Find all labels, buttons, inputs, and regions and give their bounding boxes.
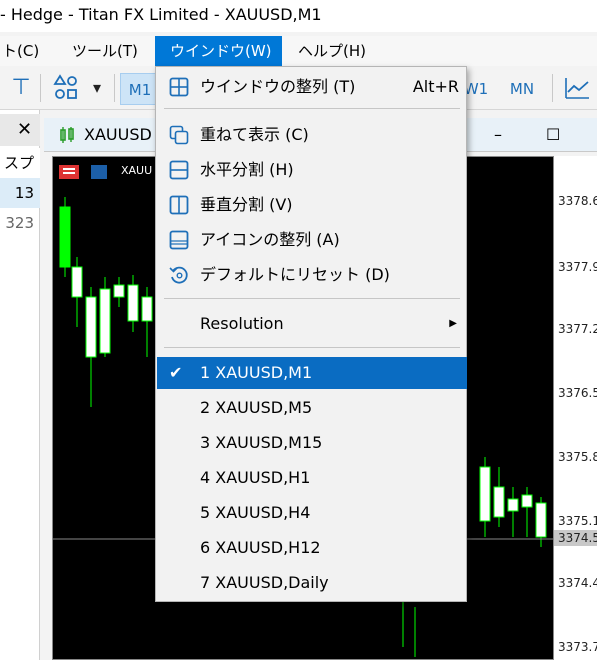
trade-panel-icon[interactable] xyxy=(59,165,79,179)
reset-icon xyxy=(169,266,188,284)
candle-body xyxy=(507,498,519,512)
candle-body xyxy=(71,266,83,298)
window-title-bar: - Hedge - Titan FX Limited - XAUUSD,M1 xyxy=(0,0,597,32)
menu-item-label: デフォルトにリセット (D) xyxy=(200,265,390,284)
menu-help[interactable]: ヘルプ(H) xyxy=(290,36,374,66)
menu-chart[interactable]: ト(C) xyxy=(0,36,47,66)
menu-item-label: 3 XAUUSD,M15 xyxy=(200,433,323,452)
menu-item-label: アイコンの整列 (A) xyxy=(200,230,340,249)
price-axis: 3378.6 3377.9 3377.2 3376.5 3375.8 3375.… xyxy=(554,156,597,660)
candle-body xyxy=(85,296,97,358)
tile-horizontal-icon xyxy=(169,160,189,180)
price-label: 3377.2 xyxy=(558,322,597,336)
menu-item-arrange-icons[interactable]: アイコンの整列 (A) xyxy=(157,224,467,256)
chart-title: XAUUSD xyxy=(84,125,152,144)
window-menu-dropdown: ウインドウの整列 (T) Alt+R 重ねて表示 (C) 水平分割 (H) 垂直… xyxy=(155,66,467,602)
menu-item-resolution[interactable]: Resolution ▶ xyxy=(157,308,467,340)
price-label: 3375.1 xyxy=(558,514,597,528)
timeframe-mn-button[interactable]: MN xyxy=(502,73,542,105)
price-label: 3376.5 xyxy=(558,386,597,400)
menu-item-reset-default[interactable]: デフォルトにリセット (D) xyxy=(157,259,467,291)
candle-body xyxy=(99,288,111,354)
price-label: 3373.7 xyxy=(558,640,597,654)
menu-item-label: Resolution xyxy=(200,314,284,333)
menu-item-cascade[interactable]: 重ねて表示 (C) xyxy=(157,119,467,151)
menu-separator xyxy=(164,347,460,348)
menu-item-label: 5 XAUUSD,H4 xyxy=(200,503,311,522)
menu-item-label: 7 XAUUSD,Daily xyxy=(200,573,329,592)
menu-item-window-7[interactable]: 7 XAUUSD,Daily xyxy=(157,567,467,599)
list-item[interactable]: 13 xyxy=(0,178,40,208)
price-label: 3374.4 xyxy=(558,576,597,590)
menu-item-label: 水平分割 (H) xyxy=(200,160,294,179)
menu-separator xyxy=(164,108,460,109)
candle-body xyxy=(479,466,491,522)
column-header-spread: スプ xyxy=(0,148,40,178)
menu-item-label: 4 XAUUSD,H1 xyxy=(200,468,311,487)
menu-item-label: 2 XAUUSD,M5 xyxy=(200,398,313,417)
close-icon[interactable]: ✕ xyxy=(17,118,32,142)
market-watch-panel: ✕ スプ 13 323 xyxy=(0,110,40,660)
menu-item-window-5[interactable]: 5 XAUUSD,H4 xyxy=(157,497,467,529)
menu-item-window-6[interactable]: 6 XAUUSD,H12 xyxy=(157,532,467,564)
price-label: 3378.6 xyxy=(558,194,597,208)
menu-item-label: 重ねて表示 (C) xyxy=(200,125,309,144)
minimize-icon[interactable]: – xyxy=(494,124,502,146)
toolbar-separator xyxy=(114,74,115,102)
tile-windows-icon xyxy=(169,77,189,97)
list-item[interactable]: 323 xyxy=(0,208,40,238)
menu-item-tile-windows[interactable]: ウインドウの整列 (T) Alt+R xyxy=(157,71,467,103)
candlestick-icon xyxy=(60,127,74,143)
menu-bar: ト(C) ツール(T) ウインドウ(W) ヘルプ(H) xyxy=(0,36,597,66)
candle-body xyxy=(493,486,505,518)
candle-body xyxy=(521,494,533,508)
menu-item-window-3[interactable]: 3 XAUUSD,M15 xyxy=(157,427,467,459)
timeframe-m1-button[interactable]: M1 xyxy=(120,73,160,105)
menu-item-tile-vertical[interactable]: 垂直分割 (V) xyxy=(157,189,467,221)
menu-item-label: ウインドウの整列 (T) xyxy=(200,77,356,96)
menu-tools[interactable]: ツール(T) xyxy=(64,36,146,66)
toolbar-separator xyxy=(40,74,41,102)
menu-item-window-1[interactable]: ✔ 1 XAUUSD,M1 xyxy=(157,357,467,389)
candle-body xyxy=(127,284,139,322)
submenu-arrow-icon: ▶ xyxy=(449,318,457,329)
arrange-icons-icon xyxy=(169,230,189,250)
price-label: 3377.9 xyxy=(558,260,597,274)
menu-item-label: 6 XAUUSD,H12 xyxy=(200,538,321,557)
maximize-icon[interactable]: ☐ xyxy=(546,124,560,146)
one-click-icon[interactable] xyxy=(91,165,107,179)
shapes-tool-icon[interactable] xyxy=(50,73,82,103)
menu-item-tile-horizontal[interactable]: 水平分割 (H) xyxy=(157,154,467,186)
candle-body xyxy=(141,296,153,322)
menu-item-label: 垂直分割 (V) xyxy=(200,195,293,214)
menu-item-window-4[interactable]: 4 XAUUSD,H1 xyxy=(157,462,467,494)
toolbar-separator xyxy=(552,74,553,102)
text-tool-icon[interactable]: ⊤ xyxy=(8,73,34,103)
line-chart-icon[interactable] xyxy=(562,73,592,103)
cascade-icon xyxy=(169,125,189,145)
menu-separator xyxy=(164,298,460,299)
candle-body xyxy=(535,502,547,538)
candle-body xyxy=(113,284,125,298)
chevron-down-icon[interactable]: ▾ xyxy=(88,73,106,103)
candle-body xyxy=(59,206,71,268)
menu-item-window-2[interactable]: 2 XAUUSD,M5 xyxy=(157,392,467,424)
window-title: - Hedge - Titan FX Limited - XAUUSD,M1 xyxy=(0,5,322,24)
tile-vertical-icon xyxy=(169,195,189,215)
checkmark-icon: ✔ xyxy=(169,363,183,382)
menu-item-label: 1 XAUUSD,M1 xyxy=(200,363,313,382)
menu-window[interactable]: ウインドウ(W) xyxy=(155,36,282,66)
current-price-tag: 3374.5 xyxy=(554,530,597,546)
panel-header: ✕ xyxy=(0,114,40,146)
shortcut-label: Alt+R xyxy=(412,77,459,96)
price-label: 3375.8 xyxy=(558,450,597,464)
chart-symbol-label: XAUU xyxy=(121,164,153,177)
